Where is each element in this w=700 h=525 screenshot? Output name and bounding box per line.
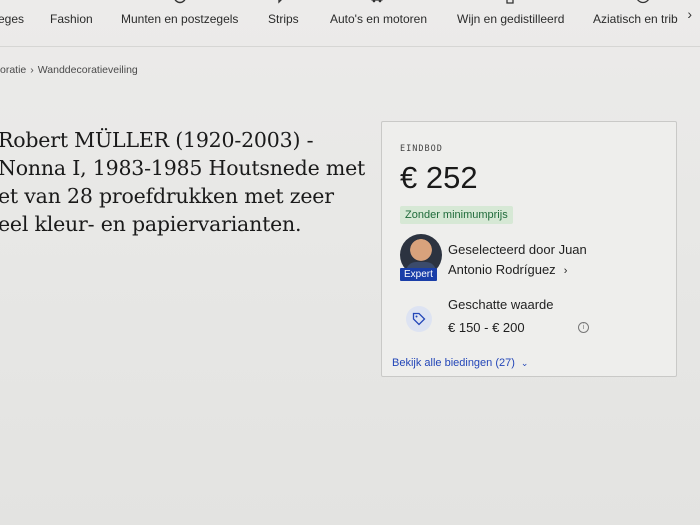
car-icon [371,0,383,3]
bottle-icon [506,0,514,4]
page: eges Fashion Munten en postzegels Strips… [0,0,700,525]
price-tag-icon [406,306,432,332]
nav-item-label: Fashion [50,12,93,26]
bid-card: EINDBOD € 252 Zonder minimumprijs Expert… [381,121,677,377]
final-bid-label: EINDBOD [400,144,443,154]
expert-name-link[interactable]: Antonio Rodríguez [448,262,556,277]
lot-title: Robert MÜLLER (1920-2003) - Nonna I, 198… [0,126,366,238]
chevron-down-icon: ⌄ [520,358,529,368]
breadcrumb: oratie › Wanddecoratieveiling [0,64,138,76]
breadcrumb-separator: › [30,64,34,76]
expert-line: Geselecteerd door Juan [448,242,587,257]
category-nav: eges Fashion Munten en postzegels Strips… [0,0,700,46]
lot-title-line: Nonna I, 1983-1985 Houtsnede met [0,156,366,180]
no-reserve-badge: Zonder minimumprijs [400,206,513,224]
expert-badge: Expert [400,268,437,281]
speech-bubble-icon [278,0,282,4]
expert-text: Geselecteerd door Juan Antonio Rodríguez… [448,240,658,281]
nav-item-label: eges [0,12,25,26]
breadcrumb-item[interactable]: oratie [0,64,26,76]
view-all-bids-link[interactable]: Bekijk alle biedingen (27) ⌄ [392,357,528,369]
nav-item-label: Munten en postzegels [121,12,239,26]
lot-title-line: Robert MÜLLER (1920-2003) - [0,128,314,152]
mask-icon [637,0,649,4]
lot-title-line: eel kleur- en papiervarianten. [0,212,302,236]
final-bid-amount: € 252 [400,160,478,195]
expert-selection[interactable]: Expert Geselecteerd door Juan Antonio Ro… [400,234,660,290]
breadcrumb-item[interactable]: Wanddecoratieveiling [38,64,138,76]
nav-item-label: Auto's en motoren [330,12,428,26]
nav-divider [0,46,700,47]
lot-title-line: et van 28 proefdrukken met zeer [0,184,334,208]
nav-item-label: Strips [268,12,299,26]
view-bids-label: Bekijk alle biedingen (27) [392,357,515,369]
estimate-value: € 150 - € 200 [448,320,525,335]
nav-item-label: Aziatisch en trib [593,12,678,26]
estimate-label: Geschatte waarde [448,297,554,312]
chevron-right-icon: › [563,265,568,277]
nav-item-label: Wijn en gedistilleerd [457,12,565,26]
coin-icon [174,0,186,4]
info-icon[interactable]: i [578,322,589,333]
estimate-row: Geschatte waarde € 150 - € 200 i [400,294,660,344]
chevron-right-icon[interactable]: › [687,6,692,22]
